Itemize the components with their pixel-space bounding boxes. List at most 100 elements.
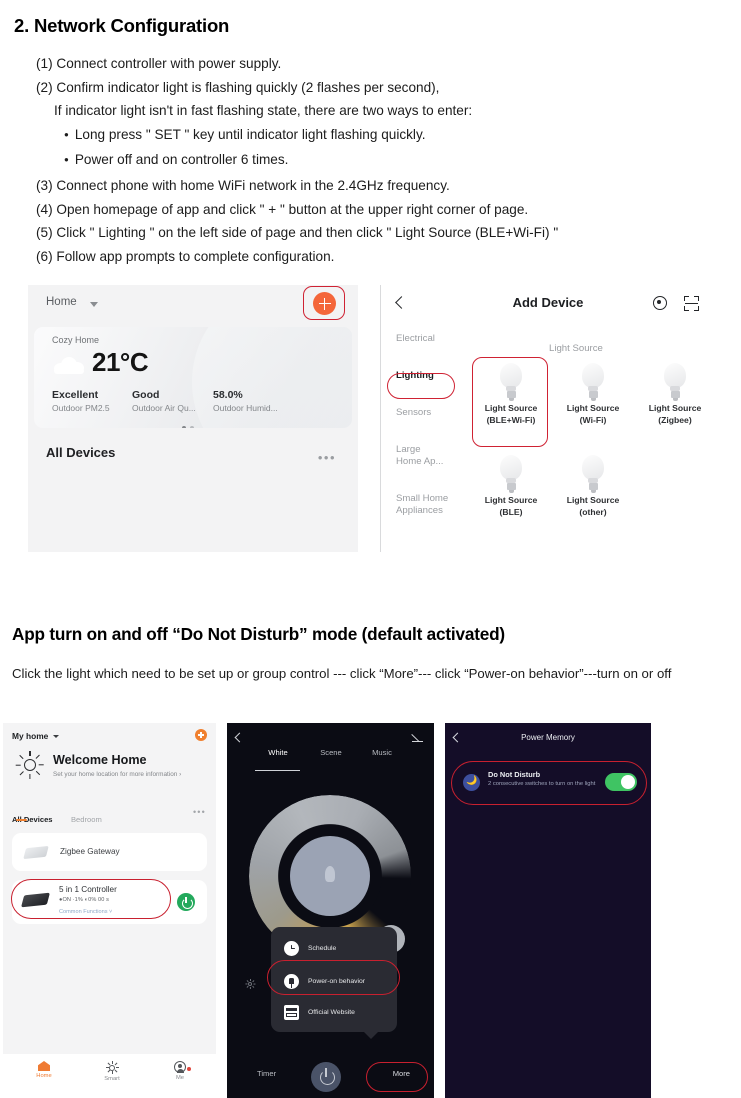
- metric-humidity: 58.0% Outdoor Humid...: [213, 389, 278, 413]
- nav-label: Smart: [104, 1076, 120, 1082]
- scan-icon[interactable]: [684, 296, 699, 311]
- phone2-bottom-bar: Timer More: [227, 1054, 434, 1098]
- group-header-light-source: Light Source: [549, 343, 603, 354]
- nav-item-smart[interactable]: Smart: [87, 1061, 137, 1082]
- highlight-dnd-row: [451, 761, 647, 805]
- step-item: (1) Connect controller with power supply…: [36, 56, 282, 71]
- tile-label-line2: (Zigbee): [658, 414, 692, 425]
- edit-pencil-icon[interactable]: [411, 733, 423, 745]
- phone-screenshot-home: My home Welcome Home Set your home locat…: [3, 723, 216, 1098]
- metric-pm25: Excellent Outdoor PM2.5: [52, 389, 110, 413]
- category-sidebar: Electrical Lighting Sensors Large Home A…: [393, 333, 471, 542]
- phone-screenshot-power-memory: Power Memory Do Not Disturb 2 consecutiv…: [445, 723, 651, 1098]
- sun-icon: [16, 751, 45, 779]
- metric-label: Outdoor PM2.5: [52, 403, 110, 413]
- step-item: (6) Follow app prompts to complete confi…: [36, 248, 335, 264]
- tile-light-source-zigbee[interactable]: Light Source (Zigbee): [639, 363, 711, 426]
- tile-label-line2: (BLE): [499, 506, 523, 517]
- all-devices-heading: All Devices: [46, 445, 116, 460]
- timer-button[interactable]: Timer: [257, 1069, 276, 1078]
- nav-label: Home: [36, 1073, 52, 1079]
- dnd-heading: App turn on and off “Do Not Disturb” mod…: [12, 624, 505, 644]
- highlight-power-on-behavior: [267, 960, 400, 995]
- screenshot-divider: [380, 285, 381, 552]
- nav-item-me[interactable]: Me: [155, 1061, 205, 1081]
- app-home-screenshot: Home Cozy Home 21°C Excellent Outdoor PM…: [28, 285, 358, 552]
- weather-card[interactable]: Cozy Home 21°C Excellent Outdoor PM2.5 G…: [34, 327, 352, 428]
- tab-active-underline: [255, 770, 300, 772]
- tile-label-line1: Light Source: [566, 403, 620, 413]
- metric-label: Outdoor Humid...: [213, 403, 278, 413]
- step-item: Long press " SET " key until indicator l…: [36, 123, 726, 149]
- metric-value: 58.0%: [213, 389, 243, 401]
- tab-white[interactable]: White: [253, 748, 303, 757]
- tile-light-source-other[interactable]: Light Source (other): [557, 455, 629, 518]
- highlight-ble-wifi-tile: [472, 357, 548, 447]
- metric-air-quality: Good Outdoor Air Qu...: [132, 389, 196, 413]
- category-sensors[interactable]: Sensors: [393, 407, 471, 419]
- smart-icon: [105, 1061, 119, 1074]
- bulb-icon: [578, 363, 608, 401]
- brightness-icon: [245, 979, 256, 989]
- steps-list: (1) Connect controller with power supply…: [36, 52, 726, 268]
- nav-label: Me: [175, 1075, 185, 1081]
- tile-label-line2: (Wi-Fi): [579, 414, 607, 425]
- document-page: 2. Network Configuration (1) Connect con…: [0, 0, 741, 1098]
- metric-value: Good: [132, 389, 160, 401]
- step-item: Power off and on controller 6 times.: [36, 148, 726, 174]
- clock-icon: [284, 941, 299, 956]
- target-icon[interactable]: [653, 296, 667, 310]
- category-large-home-appliances[interactable]: Large Home Ap...: [393, 444, 471, 468]
- tab-bedroom[interactable]: Bedroom: [71, 815, 102, 824]
- tile-light-source-wifi[interactable]: Light Source (Wi-Fi): [557, 363, 629, 426]
- highlight-plus-button: [303, 286, 345, 320]
- home-icon: [38, 1061, 50, 1071]
- page-title: 2. Network Configuration: [14, 15, 230, 36]
- bulb-icon: [578, 455, 608, 493]
- carousel-dots[interactable]: [182, 417, 198, 428]
- step-item: (2) Confirm indicator light is flashing …: [36, 79, 440, 95]
- tab-music[interactable]: Music: [357, 748, 407, 757]
- my-home-selector[interactable]: My home: [12, 731, 48, 741]
- bulb-icon: [325, 866, 335, 882]
- tab-scene[interactable]: Scene: [306, 748, 356, 757]
- tile-label-line1: Light Source: [648, 403, 702, 413]
- metric-value: Excellent: [52, 389, 99, 401]
- gateway-icon: [23, 845, 49, 860]
- step-item: (3) Connect phone with home WiFi network…: [36, 177, 450, 193]
- tile-light-source-ble[interactable]: Light Source (BLE): [475, 455, 547, 518]
- home-selector-label[interactable]: Home: [46, 296, 77, 308]
- category-electrical[interactable]: Electrical: [393, 333, 471, 345]
- overflow-menu-icon[interactable]: •••: [193, 807, 206, 817]
- temperature-value: 21°C: [92, 347, 149, 377]
- metric-label: Outdoor Air Qu...: [132, 403, 196, 413]
- step-item: If indicator light isn't in fast flashin…: [54, 103, 473, 119]
- chevron-down-icon[interactable]: [53, 735, 59, 738]
- dnd-description: Click the light which need to be set up …: [12, 666, 672, 681]
- power-memory-title: Power Memory: [521, 733, 575, 742]
- tab-active-underline: [16, 819, 27, 821]
- cloud-icon: [54, 357, 84, 374]
- add-button[interactable]: [195, 729, 207, 741]
- device-name: Zigbee Gateway: [60, 847, 120, 856]
- website-icon: [284, 1005, 299, 1020]
- add-device-screenshot: Add Device Electrical Lighting Sensors L…: [385, 285, 711, 552]
- menu-item-official-website[interactable]: Official Website: [284, 997, 396, 1030]
- ring-center: [290, 836, 370, 916]
- back-arrow-icon[interactable]: [234, 732, 245, 743]
- step-item: (4) Open homepage of app and click " + "…: [36, 201, 529, 217]
- power-toggle-icon[interactable]: [177, 893, 195, 911]
- chevron-down-icon[interactable]: [90, 302, 98, 307]
- top-screenshots: Home Cozy Home 21°C Excellent Outdoor PM…: [28, 285, 711, 552]
- phone-screenshot-light-control: White Scene Music Schedule Power-on beha…: [227, 723, 434, 1098]
- menu-item-label: Official Website: [308, 1009, 355, 1016]
- welcome-subtitle[interactable]: Set your home location for more informat…: [53, 771, 181, 778]
- device-card-gateway[interactable]: Zigbee Gateway: [12, 833, 207, 871]
- overflow-menu-icon[interactable]: •••: [318, 450, 336, 465]
- notification-badge: [187, 1067, 191, 1071]
- highlight-controller-card: [11, 879, 171, 919]
- nav-item-home[interactable]: Home: [19, 1061, 69, 1079]
- category-small-home-appliances[interactable]: Small Home Appliances: [393, 493, 471, 517]
- tile-label-line1: Light Source: [566, 495, 620, 505]
- power-button[interactable]: [311, 1062, 341, 1092]
